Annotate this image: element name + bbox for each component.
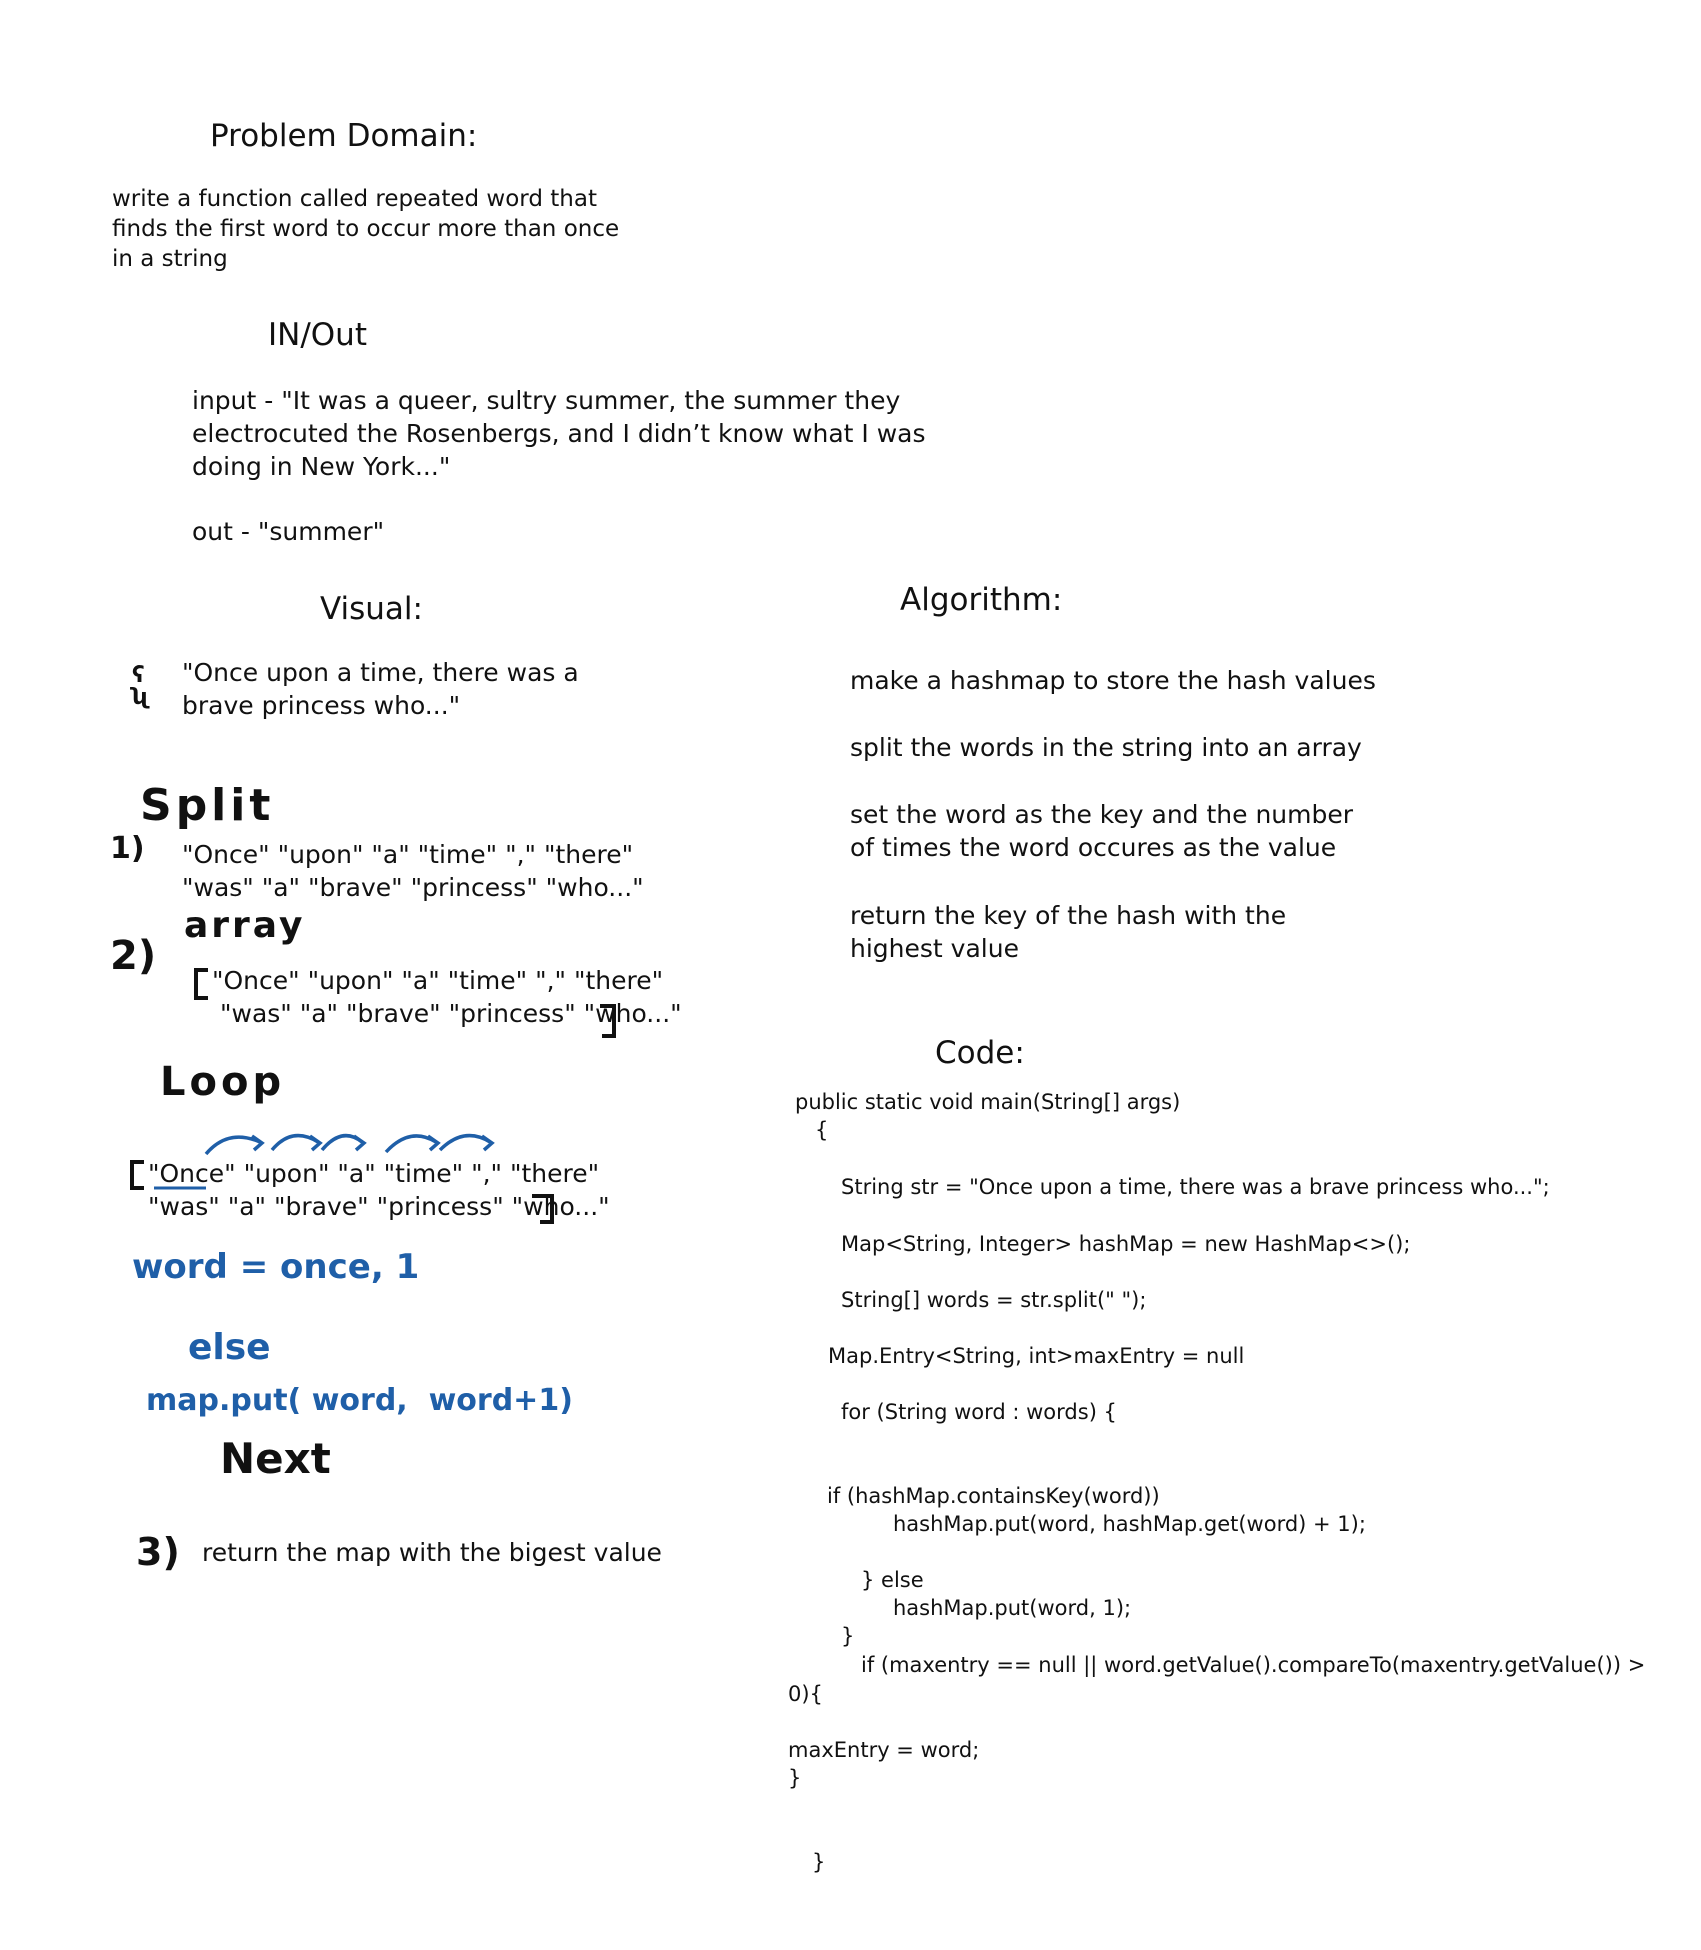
algorithm-step-4-cont: highest value (850, 934, 1019, 963)
algorithm-heading: Algorithm: (900, 582, 1063, 618)
code-line: 0){ (788, 1682, 823, 1706)
step2-close-bracket (600, 1004, 616, 1038)
code-line: String str = "Once upon a time, there wa… (841, 1175, 1550, 1199)
code-line: if (maxentry == null || word.getValue().… (861, 1653, 1646, 1677)
code-line: } (788, 1766, 802, 1790)
algorithm-step-1: make a hashmap to store the hash values (850, 666, 1376, 695)
code-line: String[] words = str.split(" "); (841, 1288, 1147, 1312)
algorithm-step-3-cont: of times the word occures as the value (850, 833, 1337, 862)
code-heading: Code: (935, 1035, 1025, 1071)
code-line: hashMap.put(word, 1); (893, 1596, 1132, 1620)
loop-open-bracket (130, 1160, 144, 1190)
code-line: if (hashMap.containsKey(word)) (827, 1484, 1160, 1508)
code-line: } (812, 1850, 826, 1874)
code-line: maxEntry = word; (788, 1738, 980, 1762)
code-line: Map.Entry<String, int>maxEntry = null (828, 1344, 1245, 1368)
algorithm-step-4: return the key of the hash with the (850, 901, 1287, 930)
code-line: hashMap.put(word, hashMap.get(word) + 1)… (893, 1512, 1366, 1536)
code-line: for (String word : words) { (841, 1400, 1117, 1424)
code-line: } else (861, 1568, 924, 1592)
code-line: } (841, 1624, 855, 1648)
step2-open-bracket (194, 968, 208, 1000)
code-line: Map<String, Integer> hashMap = new HashM… (841, 1232, 1411, 1256)
algorithm-step-2: split the words in the string into an ar… (850, 733, 1362, 762)
loop-arrows (204, 1133, 495, 1156)
algorithm-step-3: set the word as the key and the number (850, 800, 1354, 829)
loop-close-bracket (532, 1194, 554, 1224)
code-line: public static void main(String[] args) (795, 1090, 1181, 1114)
code-line: { (815, 1118, 829, 1142)
